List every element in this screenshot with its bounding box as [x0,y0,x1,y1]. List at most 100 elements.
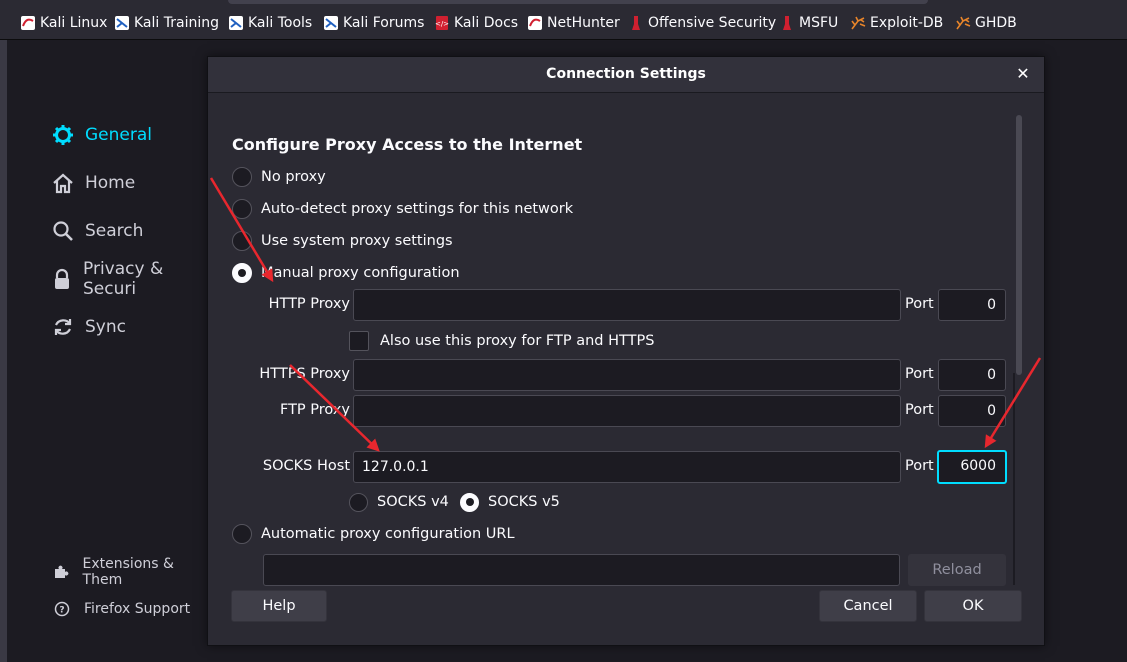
scroll-divider [1013,373,1015,585]
radio-button[interactable] [232,524,252,544]
bookmark-msfu[interactable]: MSFU [779,13,838,33]
socks-port-label: Port [905,458,934,474]
sidebar-item-label: Privacy & Securi [83,259,164,299]
radio-button[interactable] [232,199,252,219]
radio-label: SOCKS v5 [488,494,560,510]
radio-socks-v5[interactable]: SOCKS v5 [460,491,560,513]
radio-no-proxy[interactable]: No proxy [232,166,326,188]
sidebar-item-home[interactable]: Home [51,170,135,196]
bookmark-label: Kali Docs [454,15,519,31]
also-use-checkbox[interactable] [349,331,369,351]
http-proxy-input[interactable] [353,289,901,321]
sidebar-item-label: Search [85,221,144,241]
bookmark-label: Kali Forums [343,15,425,31]
sidebar-item-extensions[interactable]: Extensions & Them [53,556,207,588]
radio-button-checked[interactable] [460,492,479,512]
bookmark-nethunter[interactable]: NetHunter [527,13,620,33]
sidebar-item-privacy[interactable]: Privacy & Securi [51,259,207,299]
ftp-port-input[interactable]: 0 [938,395,1006,427]
dialog-titlebar[interactable]: Connection Settings ✕ [208,57,1044,93]
close-icon[interactable]: ✕ [1014,65,1032,83]
radio-system-proxy[interactable]: Use system proxy settings [232,230,453,252]
sidebar-item-sync[interactable]: Sync [51,314,126,340]
https-proxy-label: HTTPS Proxy [259,366,350,382]
radio-button[interactable] [349,492,368,512]
ftp-port-label: Port [905,402,934,418]
bookmark-label: Kali Tools [248,15,313,31]
sidebar-item-search[interactable]: Search [51,218,143,244]
radio-auto-config-url[interactable]: Automatic proxy configuration URL [232,523,515,545]
ok-button[interactable]: OK [924,590,1022,622]
sidebar-item-general[interactable]: General [51,122,152,148]
radio-label: SOCKS v4 [377,494,449,510]
ftp-proxy-label: FTP Proxy [279,402,350,418]
sidebar-item-label: Sync [85,317,126,337]
also-use-proxy-checkbox-row[interactable]: Also use this proxy for FTP and HTTPS [349,330,654,352]
radio-button[interactable] [232,231,252,251]
home-icon [51,171,75,195]
radio-socks-v4[interactable]: SOCKS v4 [349,491,449,513]
offsec-icon [628,15,644,31]
https-port-input[interactable]: 0 [938,359,1006,391]
bookmark-exploit-db[interactable]: Exploit-DB [850,13,943,33]
radio-label: No proxy [261,169,326,185]
bookmark-kali-tools[interactable]: Kali Tools [228,13,312,33]
bookmark-kali-linux[interactable]: Kali Linux [20,13,107,33]
radio-manual-proxy[interactable]: Manual proxy configuration [232,262,460,284]
checkbox-label: Also use this proxy for FTP and HTTPS [380,333,655,349]
connection-settings-dialog: Connection Settings ✕ Configure Proxy Ac… [207,56,1045,646]
url-bar-edge[interactable] [228,0,928,4]
cancel-button[interactable]: Cancel [819,590,917,622]
socks-host-label: SOCKS Host [262,458,350,474]
sync-icon [51,315,75,339]
bookmark-ghdb[interactable]: GHDB [955,13,1017,33]
bookmark-kali-training[interactable]: Kali Training [114,13,219,33]
radio-button-checked[interactable] [232,263,252,283]
radio-label: Manual proxy configuration [261,265,460,281]
dialog-scrollbar[interactable] [1016,115,1022,375]
bookmark-label: Kali Training [134,15,219,31]
radio-label: Use system proxy settings [261,233,453,249]
gear-icon [51,123,75,147]
msfu-icon [779,15,795,31]
search-icon [51,219,75,243]
bookmark-offensive-security[interactable]: Offensive Security [628,13,776,33]
sidebar-item-label: Extensions & Them [82,556,174,588]
bookmark-kali-docs[interactable]: </> Kali Docs [434,13,518,33]
puzzle-icon [53,563,70,581]
kali-tools-icon [228,15,244,31]
http-proxy-label: HTTP Proxy [268,296,350,312]
radio-label: Auto-detect proxy settings for this netw… [261,201,574,217]
help-button[interactable]: Help [231,590,327,622]
window-frame-edge [0,40,7,662]
http-port-input[interactable]: 0 [938,289,1006,321]
proxy-heading: Configure Proxy Access to the Internet [232,135,583,154]
https-proxy-input[interactable] [353,359,901,391]
ftp-proxy-input[interactable] [353,395,901,427]
bookmark-kali-forums[interactable]: Kali Forums [323,13,424,33]
bookmark-label: GHDB [975,15,1017,31]
sidebar-item-label: Firefox Support [84,601,191,617]
nethunter-icon [527,15,543,31]
bookmark-label: NetHunter [547,15,620,31]
radio-label: Automatic proxy configuration URL [261,526,515,542]
auto-config-url-input[interactable] [263,554,900,586]
radio-auto-detect[interactable]: Auto-detect proxy settings for this netw… [232,198,573,220]
bookmark-label: Exploit-DB [870,15,944,31]
socks-host-input[interactable]: 127.0.0.1 [353,451,901,483]
svg-text:?: ? [59,606,64,616]
dialog-title: Connection Settings [546,66,706,82]
reload-button[interactable]: Reload [908,554,1006,586]
radio-button[interactable] [232,167,252,187]
kali-forums-icon [323,15,339,31]
exploitdb-spider-icon [850,15,866,31]
bookmarks-toolbar: Kali Linux Kali Training Kali Tools Kali… [0,0,1127,40]
sidebar-item-support[interactable]: ? Firefox Support [53,599,190,619]
socks-port-input[interactable]: 6000 [937,450,1007,484]
bookmark-label: Offensive Security [648,15,777,31]
http-port-label: Port [905,296,934,312]
settings-sidebar: General Home Search Privacy & Securi Syn… [7,40,207,662]
sidebar-item-label: General [85,125,152,145]
sidebar-item-label: Home [85,173,136,193]
bookmark-label: MSFU [799,15,839,31]
